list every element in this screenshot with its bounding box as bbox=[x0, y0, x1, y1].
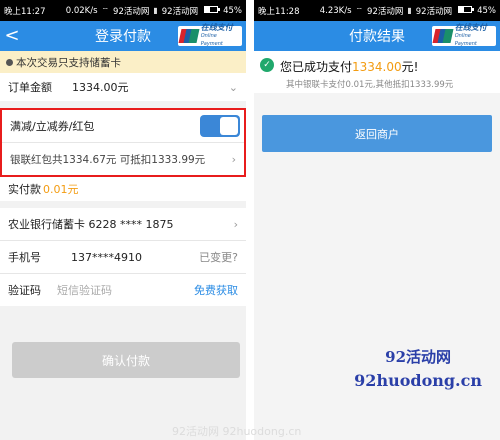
actual-payment-value: 0.01元 bbox=[43, 183, 79, 196]
return-to-merchant-button[interactable]: 返回商户 bbox=[262, 115, 492, 152]
logo-text: 在线支付 bbox=[200, 23, 233, 32]
wifi-icon: ⌔ bbox=[355, 5, 364, 15]
discount-row: 满减/立减券/红包 bbox=[2, 110, 244, 142]
logo-subtext: Online Payment bbox=[200, 33, 223, 47]
red-packet-row[interactable]: 银联红包共1334.67元 可抵扣1333.99元 › bbox=[2, 143, 244, 175]
bank-card-row[interactable]: 农业银行储蓄卡 6228 **** 1875 › bbox=[0, 208, 246, 240]
result-title: 您已成功支付1334.00元! bbox=[280, 60, 419, 74]
network-speed: 0.02K/s bbox=[65, 5, 98, 16]
red-packet-text: 银联红包共1334.67元 可抵扣1333.99元 bbox=[10, 153, 206, 166]
carrier-1: 92活动网 bbox=[367, 6, 404, 17]
payment-result-screen: 晚上11:28 4.23K/s ⌔ 92活动网 ▮ 92活动网 45% 付款结果… bbox=[254, 0, 500, 440]
payment-result: ✓ 您已成功支付1334.00元! 其中银联卡支付0.01元,其他抵扣1333.… bbox=[254, 51, 500, 93]
status-time: 晚上11:28 bbox=[258, 6, 300, 17]
payment-login-screen: 晚上11:27 0.02K/s ⌔ 92活动网 ▮ 92活动网 45% < 登录… bbox=[0, 0, 246, 440]
carrier-2: 92活动网 bbox=[415, 6, 453, 17]
notice-dot-icon bbox=[6, 58, 13, 66]
debit-only-notice: 本次交易只支持储蓄卡 bbox=[0, 51, 246, 73]
get-code-button[interactable]: 免费获取 bbox=[194, 282, 238, 298]
battery-icon bbox=[202, 5, 221, 16]
signal-icon: ▮ bbox=[407, 6, 412, 15]
code-label: 验证码 bbox=[8, 284, 41, 297]
phone-value: 137****4910 bbox=[71, 250, 142, 264]
discount-label: 满减/立减券/红包 bbox=[10, 120, 95, 133]
check-circle-icon: ✓ bbox=[260, 58, 274, 72]
actual-payment-label: 实付款 bbox=[8, 183, 41, 196]
title-bar: 付款结果 在线支付 Online Payment bbox=[254, 21, 500, 51]
carrier-1: 92活动网 bbox=[113, 6, 150, 17]
unionpay-logo: 在线支付 Online Payment bbox=[432, 23, 496, 47]
code-input[interactable]: 短信验证码 bbox=[57, 282, 112, 298]
phone-label: 手机号 bbox=[8, 251, 41, 264]
status-time: 晚上11:27 bbox=[4, 6, 46, 17]
notice-text: 本次交易只支持储蓄卡 bbox=[16, 56, 121, 69]
order-amount-label: 订单金额 bbox=[8, 81, 52, 94]
chevron-right-icon: › bbox=[233, 217, 238, 231]
site-watermark: 92活动网 92huodong.cn bbox=[354, 346, 482, 390]
battery-percent: 45% bbox=[223, 5, 242, 16]
chevron-right-icon: › bbox=[231, 152, 236, 166]
battery-icon bbox=[456, 5, 475, 16]
logo-text: 在线支付 bbox=[454, 23, 487, 32]
order-amount-row[interactable]: 订单金额 1334.00元 ⌄ bbox=[0, 73, 246, 101]
title-bar: < 登录付款 在线支付 Online Payment bbox=[0, 21, 246, 51]
carrier-2: 92活动网 bbox=[161, 6, 199, 17]
status-bar: 晚上11:27 0.02K/s ⌔ 92活动网 ▮ 92活动网 45% bbox=[0, 0, 246, 21]
unionpay-mark-icon bbox=[178, 29, 200, 43]
watermark-url: 92huodong.cn bbox=[354, 371, 482, 390]
paid-amount: 1334.00 bbox=[352, 60, 402, 74]
battery-percent: 45% bbox=[477, 5, 496, 16]
back-arrow-icon[interactable]: < bbox=[0, 21, 24, 51]
status-bar: 晚上11:28 4.23K/s ⌔ 92活动网 ▮ 92活动网 45% bbox=[254, 0, 500, 21]
wifi-icon: ⌔ bbox=[101, 5, 110, 15]
unionpay-logo: 在线支付 Online Payment bbox=[178, 23, 242, 47]
order-amount-value: 1334.00元 bbox=[72, 81, 129, 94]
verification-code-row: 验证码 短信验证码 免费获取 bbox=[0, 274, 246, 306]
watermark-name: 92活动网 bbox=[385, 348, 452, 366]
unionpay-mark-icon bbox=[432, 29, 454, 43]
phone-changed-link[interactable]: 已变更? bbox=[199, 249, 238, 265]
confirm-payment-button[interactable]: 确认付款 bbox=[12, 342, 240, 378]
actual-payment-row: 实付款 0.01元 bbox=[0, 177, 246, 201]
phone-row: 手机号 137****4910 已变更? bbox=[0, 241, 246, 273]
chevron-down-icon: ⌄ bbox=[228, 80, 238, 94]
bank-card-text: 农业银行储蓄卡 6228 **** 1875 bbox=[8, 218, 174, 231]
signal-icon: ▮ bbox=[153, 6, 158, 15]
logo-subtext: Online Payment bbox=[454, 33, 477, 47]
discount-toggle[interactable] bbox=[200, 115, 240, 137]
result-detail: 其中银联卡支付0.01元,其他抵扣1333.99元 bbox=[286, 80, 454, 90]
bottom-watermark: 92活动网 92huodong.cn bbox=[172, 425, 302, 438]
network-speed: 4.23K/s bbox=[319, 5, 352, 16]
discount-highlight-box: 满减/立减券/红包 银联红包共1334.67元 可抵扣1333.99元 › bbox=[0, 108, 246, 177]
